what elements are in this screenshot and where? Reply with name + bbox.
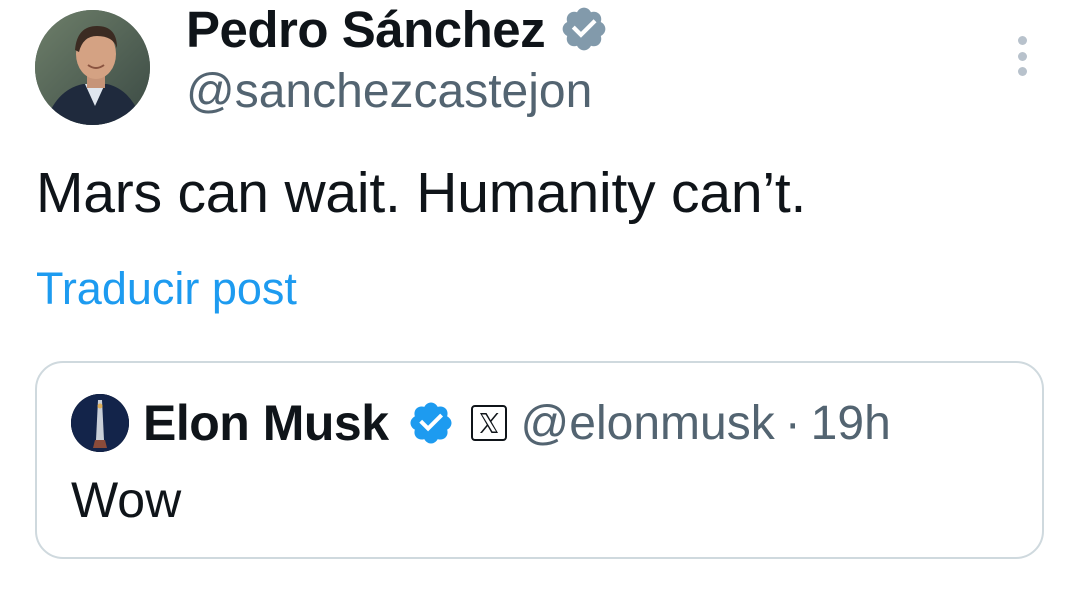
- tweet-text: Mars can wait. Humanity can’t.: [36, 161, 807, 225]
- quoted-author-avatar[interactable]: [71, 394, 129, 452]
- avatar-photo: [71, 394, 129, 452]
- blue-check-badge-icon[interactable]: [407, 399, 455, 447]
- more-vertical-icon: [1017, 36, 1027, 45]
- quoted-tweet-card[interactable]: Elon Musk @elonmusk · 19h Wow: [35, 361, 1044, 559]
- quoted-author-handle[interactable]: @elonmusk: [521, 396, 775, 451]
- more-options-button[interactable]: [1010, 36, 1034, 76]
- quoted-tweet-time[interactable]: 19h: [811, 396, 891, 451]
- more-vertical-icon-dot: [1017, 51, 1027, 61]
- avatar-photo: [35, 10, 150, 125]
- separator-dot: ·: [784, 396, 801, 450]
- author-name-row: Pedro Sánchez: [186, 0, 609, 58]
- quoted-tweet-header: Elon Musk @elonmusk · 19h: [71, 391, 891, 455]
- x-logo-icon[interactable]: [470, 405, 507, 441]
- author-handle[interactable]: @sanchezcastejon: [186, 64, 592, 119]
- author-avatar[interactable]: [35, 10, 150, 125]
- author-display-name[interactable]: Pedro Sánchez: [186, 0, 546, 59]
- quoted-tweet-text: Wow: [71, 472, 182, 528]
- gray-check-badge-icon[interactable]: [559, 4, 609, 54]
- quoted-author-name[interactable]: Elon Musk: [143, 394, 389, 452]
- translate-post-link[interactable]: Traducir post: [36, 263, 297, 315]
- more-vertical-icon-dot: [1017, 67, 1027, 76]
